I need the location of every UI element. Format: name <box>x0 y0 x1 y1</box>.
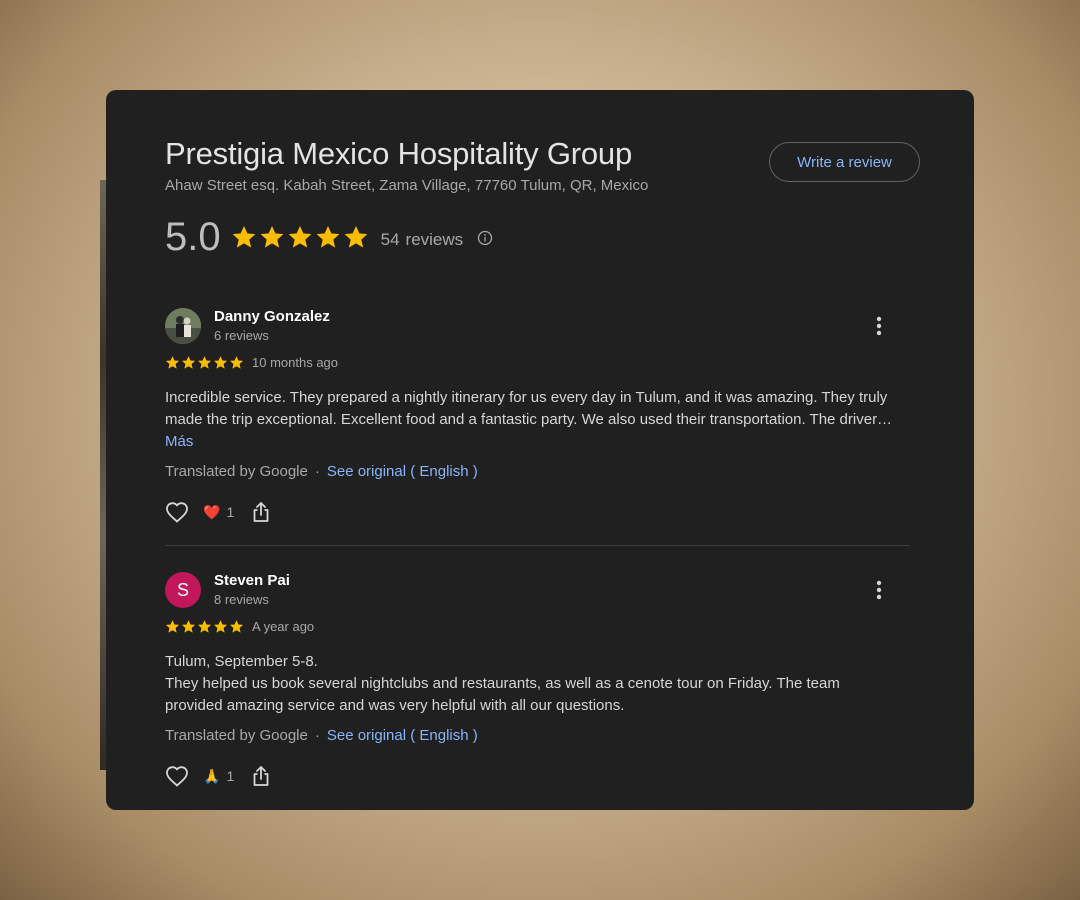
see-original-link[interactable]: See original ( English ) <box>327 727 478 744</box>
business-name: Prestigia Mexico Hospitality Group <box>165 136 632 171</box>
review-body: They helped us book several nightclubs a… <box>165 675 840 714</box>
star-icon <box>197 356 212 369</box>
star-icon <box>344 225 367 248</box>
review-meta: 10 months ago <box>165 355 338 370</box>
star-icon <box>229 356 244 369</box>
reviews-panel: Prestigia Mexico Hospitality Group Ahaw … <box>106 90 974 810</box>
separator-dot: · <box>314 463 320 480</box>
review-actions: ❤️ 1 <box>165 500 272 524</box>
business-address: Ahaw Street esq. Kabah Street, Zama Vill… <box>165 177 649 194</box>
see-original-link[interactable]: See original ( English ) <box>327 463 478 480</box>
more-vert-icon <box>876 316 882 336</box>
share-icon <box>253 766 269 786</box>
review-body: Incredible service. They prepared a nigh… <box>165 389 893 428</box>
review-text: Tulum, September 5-8. They helped us boo… <box>165 651 900 717</box>
review-meta: A year ago <box>165 619 314 634</box>
folded-hands-emoji-icon: 🙏 <box>203 768 221 784</box>
star-icon <box>288 225 311 248</box>
reviews-label: reviews <box>405 230 464 249</box>
translated-by-label: Translated by Google <box>165 463 308 480</box>
separator-dot: · <box>314 727 320 744</box>
rating-value: 5.0 <box>165 214 221 259</box>
avatar-photo-icon <box>165 308 201 344</box>
star-icon <box>213 620 228 633</box>
star-icon <box>165 356 180 369</box>
heart-outline-icon <box>166 766 188 787</box>
more-options-button[interactable] <box>867 578 891 602</box>
rating-stars <box>231 224 369 250</box>
review-text: Incredible service. They prepared a nigh… <box>165 387 900 453</box>
translation-notice: Translated by Google · See original ( En… <box>165 463 478 480</box>
star-icon <box>197 620 212 633</box>
star-icon <box>260 225 283 248</box>
review-date: 10 months ago <box>252 355 339 370</box>
read-more-link[interactable]: Más <box>165 433 193 450</box>
review-stars <box>165 619 244 634</box>
star-icon <box>181 620 196 633</box>
reaction-summary[interactable]: ❤️ 1 <box>203 504 234 520</box>
star-icon <box>229 620 244 633</box>
write-review-button[interactable]: Write a review <box>769 142 920 182</box>
review-total-count: 54 <box>380 230 400 249</box>
reaction-count: 1 <box>226 504 235 520</box>
heart-emoji-icon: ❤️ <box>203 504 221 520</box>
reviewer-name[interactable]: Steven Pai <box>214 572 290 589</box>
reviewer-review-count: 8 reviews <box>214 592 269 607</box>
review-date: A year ago <box>252 619 315 634</box>
more-options-button[interactable] <box>867 314 891 338</box>
reaction-count: 1 <box>226 768 235 784</box>
review-divider <box>165 545 910 546</box>
star-icon <box>181 356 196 369</box>
share-button[interactable] <box>250 765 272 787</box>
review-actions: 🙏 1 <box>165 764 272 788</box>
more-vert-icon <box>876 580 882 600</box>
avatar[interactable]: S <box>165 572 201 608</box>
like-button[interactable] <box>165 500 189 524</box>
reviewer-review-count: 6 reviews <box>214 328 269 343</box>
share-button[interactable] <box>250 501 272 523</box>
info-icon[interactable] <box>477 230 493 246</box>
translation-notice: Translated by Google · See original ( En… <box>165 727 478 744</box>
star-icon <box>232 225 255 248</box>
share-icon <box>253 502 269 522</box>
reaction-summary[interactable]: 🙏 1 <box>203 768 234 784</box>
review-body-line: Tulum, September 5-8. <box>165 653 318 670</box>
star-icon <box>213 356 228 369</box>
review-stars <box>165 355 244 370</box>
overall-rating: 5.0 54 reviews <box>165 214 493 260</box>
reviewer-name[interactable]: Danny Gonzalez <box>214 308 330 325</box>
star-icon <box>316 225 339 248</box>
heart-outline-icon <box>166 502 188 523</box>
avatar[interactable] <box>165 308 201 344</box>
star-icon <box>165 620 180 633</box>
translated-by-label: Translated by Google <box>165 727 308 744</box>
like-button[interactable] <box>165 764 189 788</box>
